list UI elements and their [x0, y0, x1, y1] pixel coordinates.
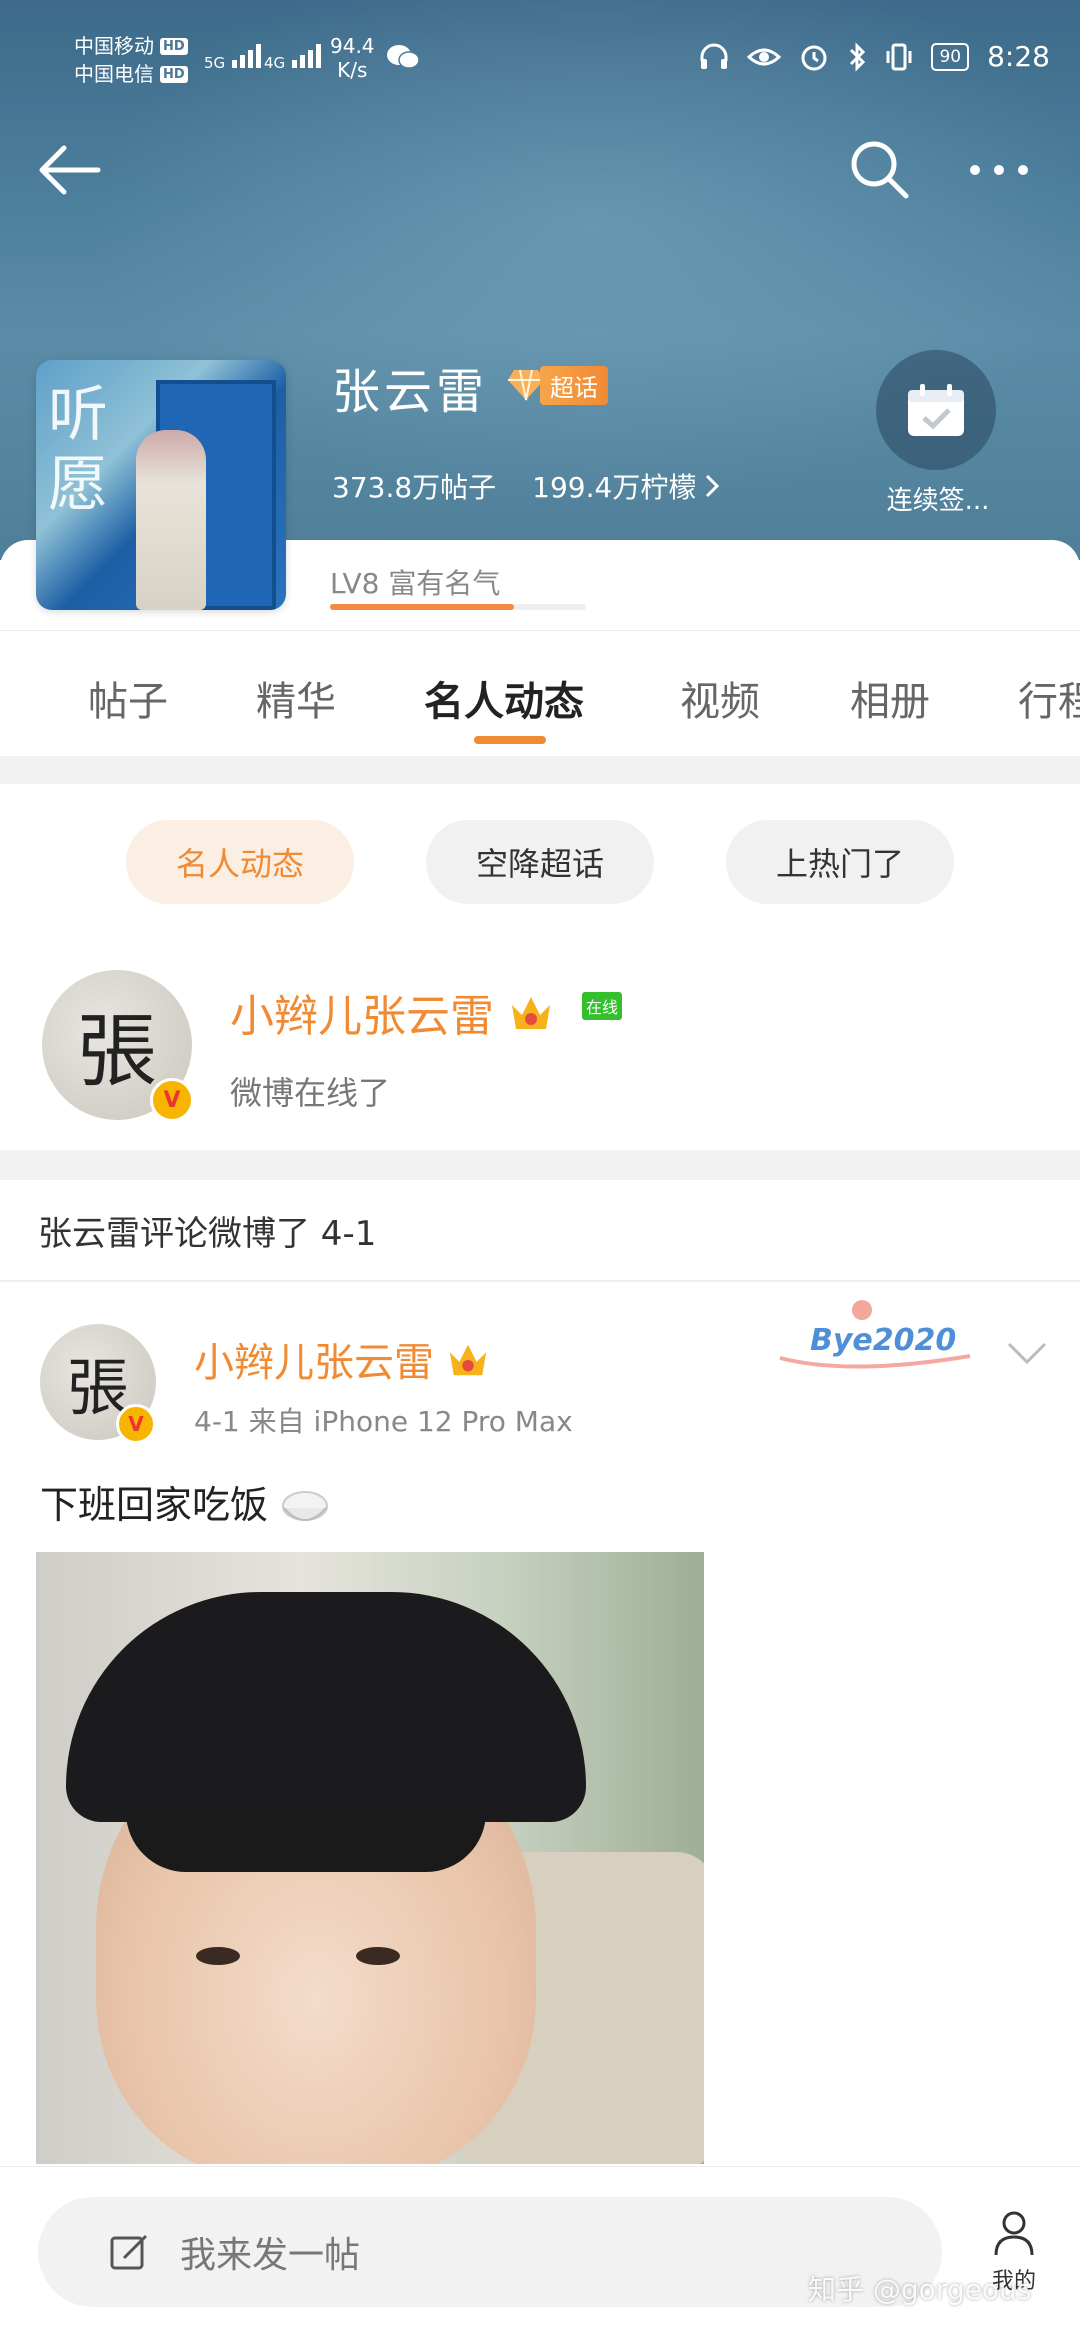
wechat-icon: [387, 45, 420, 69]
divider: [0, 1150, 1080, 1180]
clock: 8:28: [987, 40, 1050, 73]
photo-eye: [356, 1947, 400, 1965]
author-name[interactable]: 小辫儿张云雷: [230, 980, 494, 1044]
edit-icon: [110, 2234, 148, 2270]
crown-icon: [512, 997, 550, 1029]
topic-title: 张云雷: [332, 364, 489, 420]
topic-cover-image[interactable]: 听愿: [36, 360, 286, 610]
checkin-label: 连续签...: [886, 486, 990, 516]
post-text: 下班回家吃饭: [40, 1483, 269, 1527]
cover-calligraphy: 听愿: [48, 380, 108, 520]
active-tab-indicator: [474, 736, 546, 744]
compose-placeholder: 我来发一帖: [180, 2235, 361, 2276]
signal-4g-icon: 4G: [264, 42, 326, 72]
chevron-right-icon: [706, 474, 720, 498]
checkin-circle: [876, 350, 996, 470]
post-meta: 4-1 来自 iPhone 12 Pro Max: [194, 1405, 573, 1438]
network-5g: 5G: [204, 54, 226, 72]
headphones-icon: [700, 43, 728, 69]
tab-videos[interactable]: 视频: [680, 669, 760, 727]
tab-celebrity-updates[interactable]: 名人动态: [424, 669, 584, 727]
level-progress-bar: [330, 604, 586, 610]
level-label[interactable]: LV8 富有名气: [330, 562, 500, 602]
comment-header[interactable]: 张云雷评论微博了 4-1: [38, 1206, 376, 1255]
alarm-icon: [801, 45, 827, 70]
divider: [0, 1280, 1080, 1282]
tab-posts[interactable]: 帖子: [88, 669, 168, 727]
super-topic-badge: 超话: [506, 364, 608, 406]
compose-post-input[interactable]: 我来发一帖: [38, 2197, 942, 2307]
post-text-row: 下班回家吃饭: [40, 1474, 330, 1529]
bottom-bar: 我来发一帖 我的: [0, 2166, 1080, 2340]
hd-badge: HD: [160, 65, 188, 83]
back-arrow-icon[interactable]: [36, 140, 106, 200]
vibrate-icon: [886, 43, 912, 70]
status-bar: 中国移动 HD 中国电信 HD 5G 4G 94.4 K/s 90 8:28: [0, 0, 1080, 120]
cover-person: [136, 430, 206, 610]
verified-icon: V: [116, 1404, 156, 1444]
network-4g: 4G: [264, 54, 286, 72]
topic-stats[interactable]: 373.8万帖子 199.4万柠檬: [332, 466, 720, 506]
sticker-text: Bye2020: [810, 1323, 956, 1358]
speed-unit: K/s: [337, 58, 368, 82]
battery-icon: 90: [931, 42, 970, 71]
system-icons: 90 8:28: [699, 40, 1050, 73]
photo-eye: [196, 1947, 240, 1965]
post-author-row: 小辫儿张云雷: [194, 1330, 490, 1388]
network-speed: 94.4 K/s: [330, 34, 375, 82]
online-status: 微博在线了: [230, 1074, 391, 1112]
hd-badge: HD: [160, 37, 188, 55]
follower-count: 199.4万柠檬: [532, 471, 697, 504]
carrier-1: 中国移动: [74, 34, 154, 58]
carrier-info: 中国移动 HD 中国电信 HD: [74, 32, 188, 88]
level-progress-fill: [330, 604, 515, 610]
rice-bowl-icon: [282, 1490, 329, 1521]
follower-link[interactable]: 199.4万柠檬: [532, 466, 720, 506]
tab-albums[interactable]: 相册: [850, 669, 930, 727]
bye2020-sticker: Bye2020: [779, 1300, 971, 1369]
post-count: 373.8万帖子: [332, 471, 497, 504]
more-options-icon[interactable]: [970, 150, 1042, 190]
post-author-name[interactable]: 小辫儿张云雷: [194, 1330, 434, 1388]
chevron-down-icon[interactable]: [1006, 1340, 1048, 1366]
watermark: 知乎 @gorgeous: [808, 2273, 1032, 2306]
carrier-2: 中国电信: [74, 62, 154, 86]
crown-icon: [449, 1344, 487, 1376]
tab-schedule[interactable]: 行程: [1018, 669, 1080, 727]
chip-trending[interactable]: 上热门了: [726, 820, 954, 904]
tab-featured[interactable]: 精华: [256, 669, 336, 727]
chip-celebrity-updates[interactable]: 名人动态: [126, 820, 354, 904]
eye-icon: [747, 48, 782, 65]
online-card-name-row: 小辫儿张云雷: [230, 980, 554, 1044]
search-icon[interactable]: [848, 138, 910, 200]
checkin-button[interactable]: 连续签...: [876, 350, 1000, 517]
super-topic-label: 超话: [540, 365, 608, 405]
speed-value: 94.4: [330, 34, 375, 58]
chip-airdrop[interactable]: 空降超话: [426, 820, 654, 904]
online-badge: 在线: [582, 992, 623, 1020]
photo-cap: [66, 1592, 586, 1822]
verified-icon: V: [150, 1078, 194, 1122]
signal-5g-icon: 5G: [204, 42, 266, 72]
person-icon: [994, 2211, 1034, 2256]
divider: [0, 756, 1080, 784]
post-image[interactable]: [36, 1552, 704, 2164]
calendar-check-icon: [908, 384, 964, 436]
bluetooth-icon: [850, 41, 866, 72]
